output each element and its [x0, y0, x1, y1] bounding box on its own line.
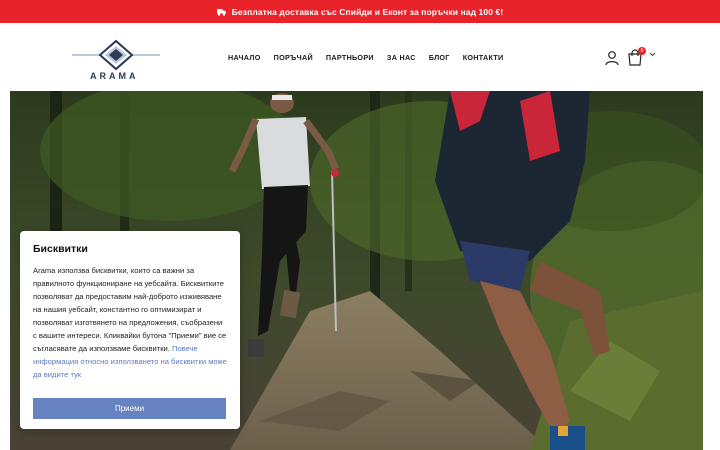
promo-text: Безплатна доставка със Спийди и Еконт за…	[231, 6, 504, 17]
logo-mark	[72, 39, 160, 71]
cookie-body-text: Arama използва бисквитки, които са важни…	[33, 266, 227, 353]
cookie-consent-dialog: Бисквитки Arama използва бисквитки, коит…	[20, 231, 240, 429]
nav-item-order[interactable]: ПОРЪЧАЙ	[274, 53, 313, 62]
promo-bar: Безплатна доставка със Спийди и Еконт за…	[0, 0, 720, 23]
accept-cookies-button[interactable]: Приеми	[33, 398, 226, 419]
nav-item-about[interactable]: ЗА НАС	[387, 53, 416, 62]
cookie-body: Arama използва бисквитки, които са важни…	[33, 264, 227, 381]
logo-text: ARAMA	[90, 71, 139, 81]
nav-item-partners[interactable]: ПАРТНЬОРИ	[326, 53, 374, 62]
cart-count-badge: 0	[638, 47, 646, 55]
nav-item-contacts[interactable]: КОНТАКТИ	[463, 53, 504, 62]
cart-button[interactable]: 0	[627, 47, 657, 67]
cookie-title: Бисквитки	[33, 243, 88, 255]
nav-item-blog[interactable]: БЛОГ	[429, 53, 450, 62]
site-header: ARAMA НАЧАЛО ПОРЪЧАЙ ПАРТНЬОРИ ЗА НАС БЛ…	[0, 23, 720, 91]
user-icon[interactable]	[604, 50, 620, 66]
truck-icon	[216, 8, 226, 16]
main-nav: НАЧАЛО ПОРЪЧАЙ ПАРТНЬОРИ ЗА НАС БЛОГ КОН…	[228, 53, 504, 62]
nav-item-home[interactable]: НАЧАЛО	[228, 53, 261, 62]
logo[interactable]: ARAMA	[72, 39, 160, 85]
chevron-down-icon[interactable]	[649, 52, 656, 57]
